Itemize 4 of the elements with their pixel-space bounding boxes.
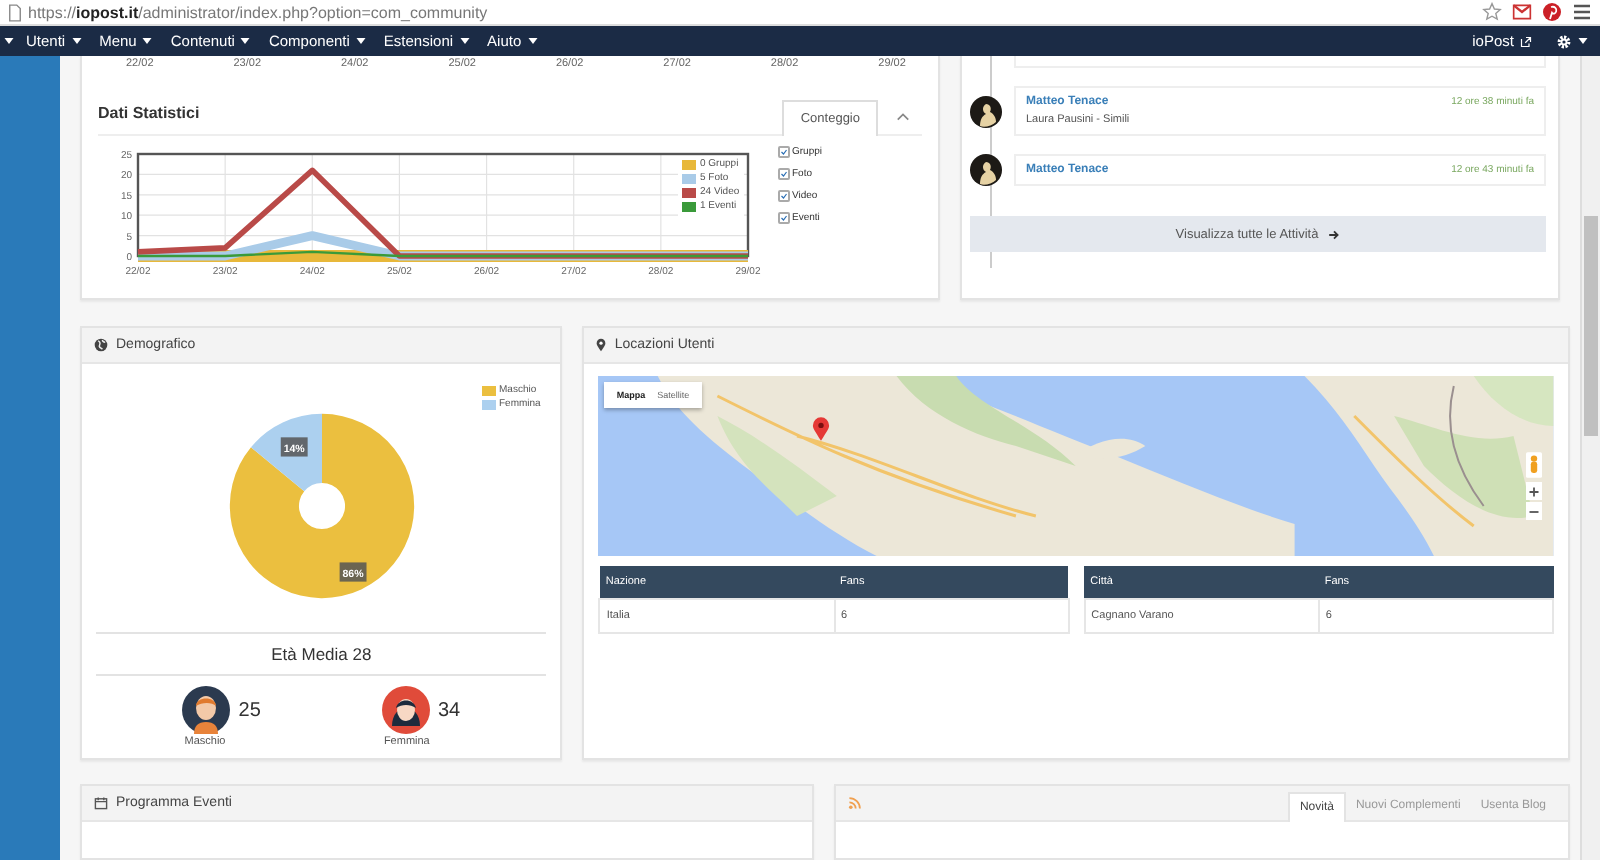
average-age: Età Media 28 xyxy=(96,632,547,677)
card-title: Dati Statistici xyxy=(98,104,200,122)
count: 25 xyxy=(238,699,261,722)
count: 34 xyxy=(437,699,461,722)
